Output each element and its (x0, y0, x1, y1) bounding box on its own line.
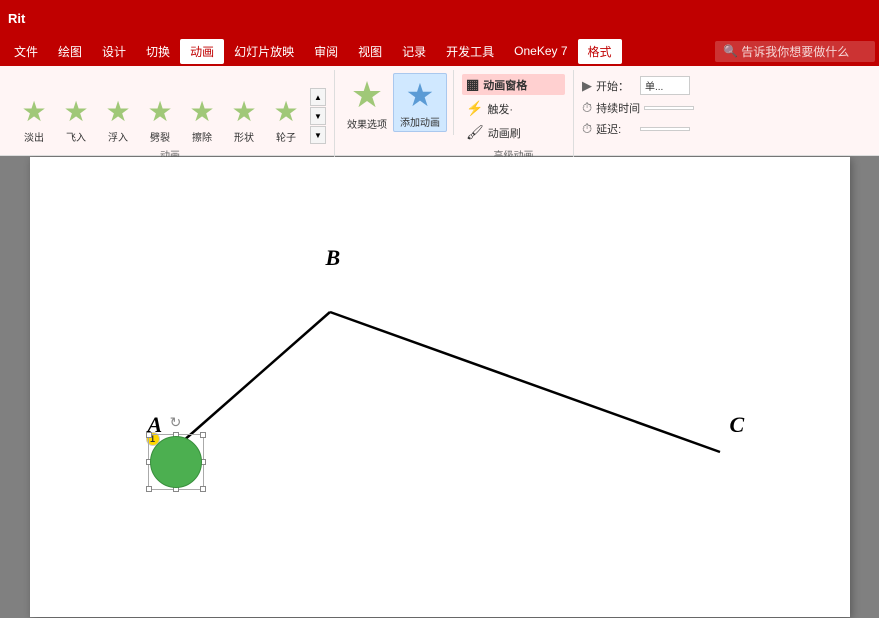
animation-brush-icon: 🖌 (466, 124, 484, 141)
search-placeholder: 告诉我你想要做什么 (741, 43, 849, 60)
timing-start-row: ▶ 开始： 单... (582, 76, 706, 95)
slide-label-b: B (326, 245, 341, 271)
duration-icon: ⏱ (582, 100, 592, 116)
menu-transition[interactable]: 切换 (136, 39, 180, 64)
menu-review[interactable]: 审阅 (304, 39, 348, 64)
handle-bot-left[interactable] (146, 486, 152, 492)
anim-wipe-label: 擦除 (192, 129, 212, 144)
anim-fadeout-label: 淡出 (24, 129, 44, 144)
scroll-down-btn[interactable]: ▼ (310, 107, 326, 125)
animation-pane-icon: ▦ (466, 76, 479, 93)
slide[interactable]: B A C ↻ 1 (30, 157, 850, 617)
menu-view[interactable]: 视图 (348, 39, 392, 64)
animation-brush-label: 动画刷 (488, 125, 521, 141)
slide-drawing (30, 157, 850, 617)
menu-format[interactable]: 格式 (578, 39, 622, 64)
menu-onekey[interactable]: OneKey 7 (504, 40, 577, 62)
timing-duration-row: ⏱ 持续时间 (582, 100, 706, 116)
scroll-arrows: ▲ ▼ ▼ (310, 86, 326, 146)
green-circle (150, 436, 202, 488)
delay-label: 延迟: (596, 121, 636, 137)
delay-icon: ⏱ (582, 121, 592, 137)
timing-delay-row: ⏱ 延迟: (582, 121, 706, 137)
anim-floatin-btn[interactable]: ★ 浮入 (98, 93, 138, 146)
anim-wheel-btn[interactable]: ★ 轮子 (266, 93, 306, 146)
trigger-btn[interactable]: ⚡ 触发· (462, 98, 565, 119)
add-animation-btn[interactable]: ★ 添加动画 (393, 73, 447, 132)
delay-value[interactable] (640, 127, 690, 131)
title-bar: Rit (0, 0, 879, 36)
ribbon-animation-group: ★ 淡出 ★ 飞入 ★ 浮入 ★ 劈裂 ★ 擦除 (6, 70, 335, 164)
rotate-handle[interactable]: ↻ (170, 414, 182, 431)
menu-design[interactable]: 设计 (92, 39, 136, 64)
anim-floatin-label: 浮入 (108, 129, 128, 144)
start-icon: ▶ (582, 78, 592, 94)
menu-bar: 文件 绘图 设计 切换 动画 幻灯片放映 审阅 视图 记录 开发工具 OneKe… (0, 36, 879, 66)
animation-brush-btn[interactable]: 🖌 动画刷 (462, 122, 565, 143)
anim-flyin-label: 飞入 (66, 129, 86, 144)
handle-top-left[interactable] (146, 432, 152, 438)
green-circle-element[interactable]: ↻ 1 (148, 434, 204, 490)
menu-slideshow[interactable]: 幻灯片放映 (224, 39, 304, 64)
animation-pane-label: 动画窗格 (483, 77, 527, 93)
menu-animation[interactable]: 动画 (180, 39, 224, 64)
menu-draw[interactable]: 绘图 (48, 39, 92, 64)
effect-options-label: 效果选项 (347, 116, 387, 131)
start-label: 开始： (596, 78, 636, 94)
anim-fadeout-btn[interactable]: ★ 淡出 (14, 93, 54, 146)
slide-area: B A C ↻ 1 (0, 156, 879, 618)
anim-split-label: 劈裂 (150, 129, 170, 144)
anim-wheel-label: 轮子 (276, 129, 296, 144)
effect-options-btn[interactable]: ★ 效果选项 (341, 72, 393, 133)
start-value[interactable]: 单... (640, 76, 690, 95)
handle-top-right[interactable] (200, 432, 206, 438)
menu-devtools[interactable]: 开发工具 (436, 39, 504, 64)
duration-label: 持续时间 (596, 100, 640, 116)
advanced-animation-group: ▦ 动画窗格 ⚡ 触发· 🖌 动画刷 高级动画 (454, 70, 574, 164)
menu-record[interactable]: 记录 (392, 39, 436, 64)
anim-split-btn[interactable]: ★ 劈裂 (140, 93, 180, 146)
title-bar-text: Rit (8, 11, 25, 26)
search-icon: 🔍 (723, 44, 738, 58)
handle-bot-right[interactable] (200, 486, 206, 492)
trigger-icon: ⚡ (466, 100, 483, 117)
anim-flyin-btn[interactable]: ★ 飞入 (56, 93, 96, 146)
anim-wipe-btn[interactable]: ★ 擦除 (182, 93, 222, 146)
animation-pane-btn[interactable]: ▦ 动画窗格 (462, 74, 565, 95)
ribbon: ★ 淡出 ★ 飞入 ★ 浮入 ★ 劈裂 ★ 擦除 (0, 66, 879, 156)
timing-group: ▶ 开始： 单... ⏱ 持续时间 ⏱ 延迟: (574, 70, 714, 159)
duration-value[interactable] (644, 106, 694, 110)
scroll-up-btn[interactable]: ▲ (310, 88, 326, 106)
search-bar[interactable]: 🔍 告诉我你想要做什么 (715, 41, 875, 62)
menu-file[interactable]: 文件 (4, 39, 48, 64)
anim-shape-label: 形状 (234, 129, 254, 144)
scroll-expand-btn[interactable]: ▼ (310, 126, 326, 144)
slide-label-c: C (730, 412, 745, 438)
trigger-label: 触发· (487, 101, 513, 117)
add-animation-label: 添加动画 (400, 114, 440, 129)
anim-shape-btn[interactable]: ★ 形状 (224, 93, 264, 146)
effect-add-group: ★ 效果选项 ★ 添加动画 (335, 70, 454, 135)
